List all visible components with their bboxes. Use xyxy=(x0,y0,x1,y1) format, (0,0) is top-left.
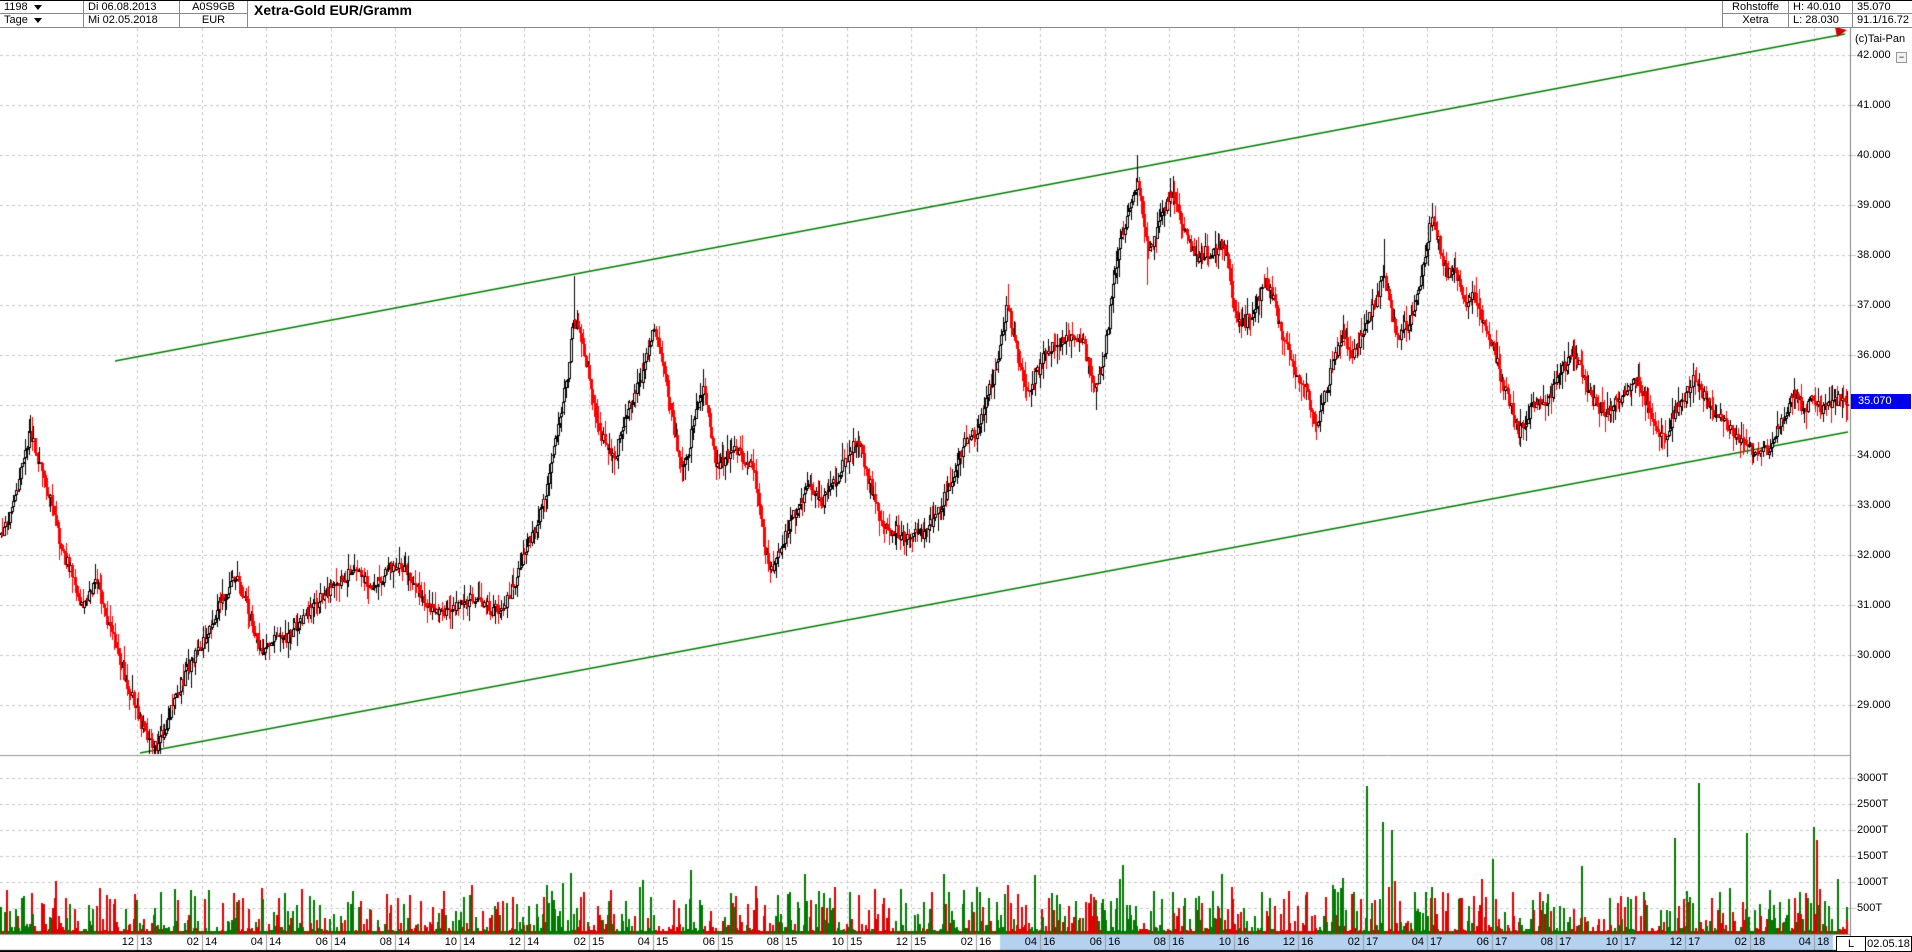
date-tick-label: 1217 xyxy=(1653,936,1717,949)
volume-tick-label: 3000T xyxy=(1857,772,1888,785)
end-date-field[interactable]: Mi 02.05.2018 xyxy=(84,14,180,27)
price-tick-label: 36.000 xyxy=(1857,349,1891,362)
volume-tick-label: 2500T xyxy=(1857,798,1888,811)
price-tick-label: 41.000 xyxy=(1857,99,1891,112)
price-tick-label: 29.000 xyxy=(1857,699,1891,712)
date-tick-label: 1216 xyxy=(1266,936,1330,949)
price-tick-label: 32.000 xyxy=(1857,549,1891,562)
date-tick-label: 0416 xyxy=(1008,936,1072,949)
date-tick-label: 0815 xyxy=(750,936,814,949)
start-date-field[interactable]: Di 06.08.2013 xyxy=(84,1,180,14)
date-tick-label: 0215 xyxy=(557,936,621,949)
date-tick-label: 0216 xyxy=(944,936,1008,949)
price-tick-label: 40.000 xyxy=(1857,149,1891,162)
price-tick-label: 31.000 xyxy=(1857,599,1891,612)
price-tick-label: 30.000 xyxy=(1857,649,1891,662)
currency-label: EUR xyxy=(180,14,248,27)
volume-tick-label: 2000T xyxy=(1857,824,1888,837)
date-tick-label: 0814 xyxy=(363,936,427,949)
timeframe-value: Tage xyxy=(4,14,28,26)
date-tick-label: 1015 xyxy=(815,936,879,949)
exchange-label: Xetra xyxy=(1722,14,1788,27)
chart-canvas[interactable] xyxy=(0,0,1912,952)
category-label: Rohstoffe xyxy=(1722,1,1788,14)
bars-count-dropdown[interactable]: 1198 xyxy=(0,1,84,14)
price-tick-label: 39.000 xyxy=(1857,199,1891,212)
date-tick-label: 0415 xyxy=(621,936,685,949)
instrument-title: Xetra-Gold EUR/Gramm xyxy=(254,2,412,18)
date-tick-label: 0616 xyxy=(1073,936,1137,949)
date-tick-label: 1215 xyxy=(879,936,943,949)
price-tick-label: 37.000 xyxy=(1857,299,1891,312)
price-tick-label: 33.000 xyxy=(1857,499,1891,512)
price-tick-label: 42.000 xyxy=(1857,49,1891,62)
date-tick-label: 1213 xyxy=(105,936,169,949)
tai-pan-chart-window: 1198 Di 06.08.2013 A0S9GB Tage Mi 02.05.… xyxy=(0,0,1912,952)
ratio-label: 91.1/16.72 xyxy=(1852,14,1912,27)
cursor-date-cell: 02.05.18 xyxy=(1865,936,1912,952)
date-tick-label: 1214 xyxy=(492,936,556,949)
wkn-label: A0S9GB xyxy=(180,1,248,14)
copyright-label: (c)Tai-Pan xyxy=(1855,33,1905,45)
date-tick-label: 0414 xyxy=(234,936,298,949)
date-tick-label: 0617 xyxy=(1460,936,1524,949)
price-tick-label: 38.000 xyxy=(1857,249,1891,262)
date-tick-label: 1016 xyxy=(1202,936,1266,949)
period-high-label: H: 40.010 xyxy=(1788,1,1852,14)
chart-header: 1198 Di 06.08.2013 A0S9GB Tage Mi 02.05.… xyxy=(0,0,1912,28)
date-tick-label: 0817 xyxy=(1524,936,1588,949)
chevron-down-icon xyxy=(34,18,42,23)
last-bar-flag: L xyxy=(1836,936,1866,952)
volume-tick-label: 1500T xyxy=(1857,850,1888,863)
timeframe-dropdown[interactable]: Tage xyxy=(0,14,84,27)
date-axis: 1213021404140614081410141214021504150615… xyxy=(0,936,1850,950)
last-price-label: 35.070 xyxy=(1852,1,1912,14)
date-tick-label: 0217 xyxy=(1331,936,1395,949)
date-tick-label: 0218 xyxy=(1718,936,1782,949)
volume-tick-label: 1000T xyxy=(1857,876,1888,889)
period-low-label: L: 28.030 xyxy=(1788,14,1852,27)
date-tick-label: 0214 xyxy=(170,936,234,949)
chevron-down-icon xyxy=(34,5,42,10)
date-tick-label: 1014 xyxy=(428,936,492,949)
bars-count-value: 1198 xyxy=(4,1,28,13)
date-tick-label: 0417 xyxy=(1395,936,1459,949)
date-tick-label: 0816 xyxy=(1137,936,1201,949)
date-tick-label: 0615 xyxy=(686,936,750,949)
date-tick-label: 1017 xyxy=(1589,936,1653,949)
price-tick-label: 34.000 xyxy=(1857,449,1891,462)
date-tick-label: 0614 xyxy=(299,936,363,949)
collapse-button[interactable]: − xyxy=(1896,52,1907,63)
volume-tick-label: 500T xyxy=(1857,902,1882,915)
current-price-badge: 35.070 xyxy=(1851,394,1911,409)
